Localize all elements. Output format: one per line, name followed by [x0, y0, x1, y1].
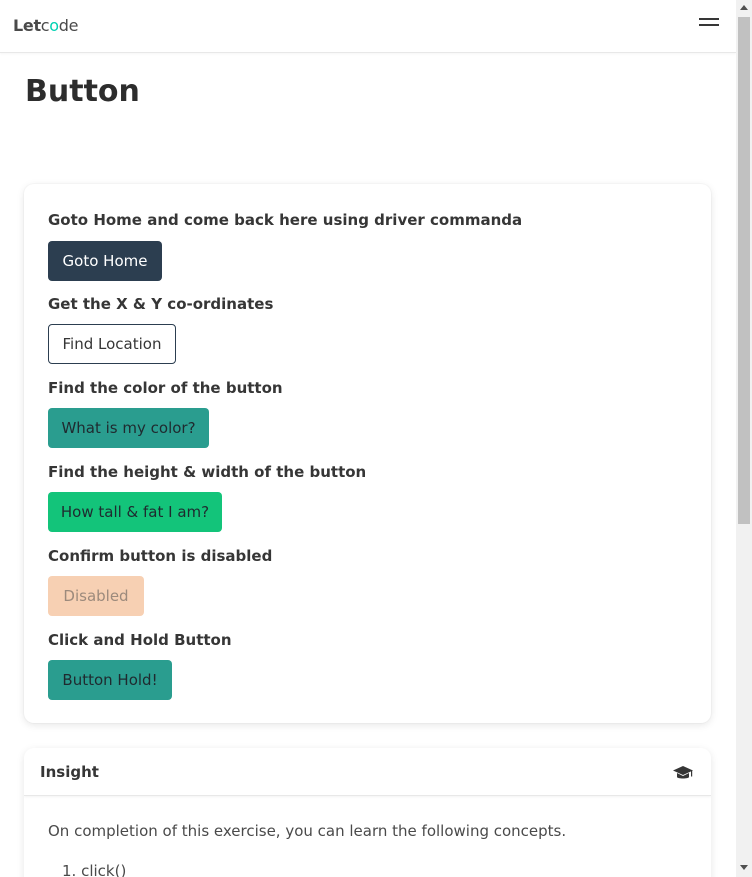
graduation-cap-icon — [673, 766, 693, 779]
logo-text-de: de — [58, 16, 79, 35]
list-item: 1. click() — [62, 862, 127, 877]
click-hold-label: Click and Hold Button — [48, 631, 232, 649]
what-is-my-color-button[interactable]: What is my color? — [48, 408, 209, 448]
size-label: Find the height & width of the button — [48, 463, 367, 481]
buttons-card: Goto Home and come back here using drive… — [24, 184, 711, 723]
logo-text-o: o — [49, 16, 59, 35]
how-tall-fat-button[interactable]: How tall & fat I am? — [48, 492, 222, 532]
insight-title: Insight — [40, 763, 99, 781]
scroll-up-arrow-icon[interactable] — [740, 5, 748, 10]
find-location-button[interactable]: Find Location — [48, 324, 176, 364]
goto-home-button[interactable]: Goto Home — [48, 241, 162, 281]
color-label: Find the color of the button — [48, 379, 283, 397]
scroll-down-arrow-icon[interactable] — [740, 865, 748, 870]
insight-header[interactable]: Insight — [24, 748, 711, 796]
scrollbar-thumb[interactable] — [738, 17, 750, 524]
disabled-label: Confirm button is disabled — [48, 547, 273, 565]
top-navbar: Letcode — [0, 0, 736, 53]
button-hold-button[interactable]: Button Hold! — [48, 660, 172, 700]
goto-home-label: Goto Home and come back here using drive… — [48, 211, 523, 229]
insight-card: Insight On completion of this exercise, … — [24, 748, 711, 877]
concept-list: 1. click() — [62, 862, 126, 877]
insight-description: On completion of this exercise, you can … — [48, 822, 567, 840]
vertical-scrollbar[interactable] — [736, 0, 752, 877]
logo-text-let: Let — [13, 16, 41, 35]
page-title: Button — [25, 74, 140, 109]
letcode-logo[interactable]: Letcode — [13, 16, 79, 35]
hamburger-icon[interactable] — [699, 17, 719, 29]
disabled-button: Disabled — [48, 576, 144, 616]
find-location-label: Get the X & Y co-ordinates — [48, 295, 274, 313]
